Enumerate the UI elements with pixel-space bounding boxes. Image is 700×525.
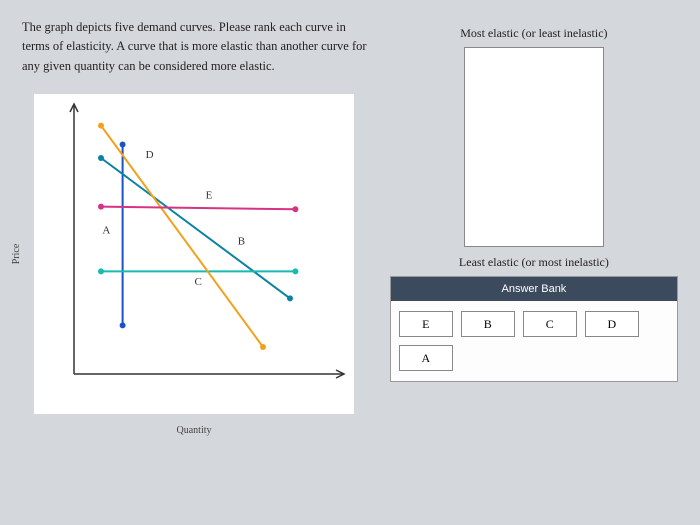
answer-chip-B[interactable]: B <box>461 311 515 337</box>
answer-chip-A[interactable]: A <box>399 345 453 371</box>
svg-text:E: E <box>206 190 213 202</box>
answer-bank: Answer Bank EBCD A <box>390 276 678 382</box>
ranking-drop-zone[interactable] <box>464 47 604 247</box>
svg-text:C: C <box>195 276 202 288</box>
answer-chip-D[interactable]: D <box>585 311 639 337</box>
y-axis-label: Price <box>11 244 22 265</box>
svg-text:A: A <box>102 225 110 237</box>
answer-chip-E[interactable]: E <box>399 311 453 337</box>
demand-chart: ABCDE Price Quantity <box>34 94 354 414</box>
svg-text:B: B <box>238 236 245 248</box>
answer-chip-C[interactable]: C <box>523 311 577 337</box>
ranking-top-label: Most elastic (or least inelastic) <box>390 26 678 41</box>
x-axis-label: Quantity <box>177 425 212 436</box>
question-text: The graph depicts five demand curves. Pl… <box>22 18 370 76</box>
ranking-bottom-label: Least elastic (or most inelastic) <box>390 255 678 270</box>
answer-bank-header: Answer Bank <box>391 277 677 301</box>
answer-bank-body: EBCD A <box>391 301 677 381</box>
svg-text:D: D <box>146 149 154 161</box>
